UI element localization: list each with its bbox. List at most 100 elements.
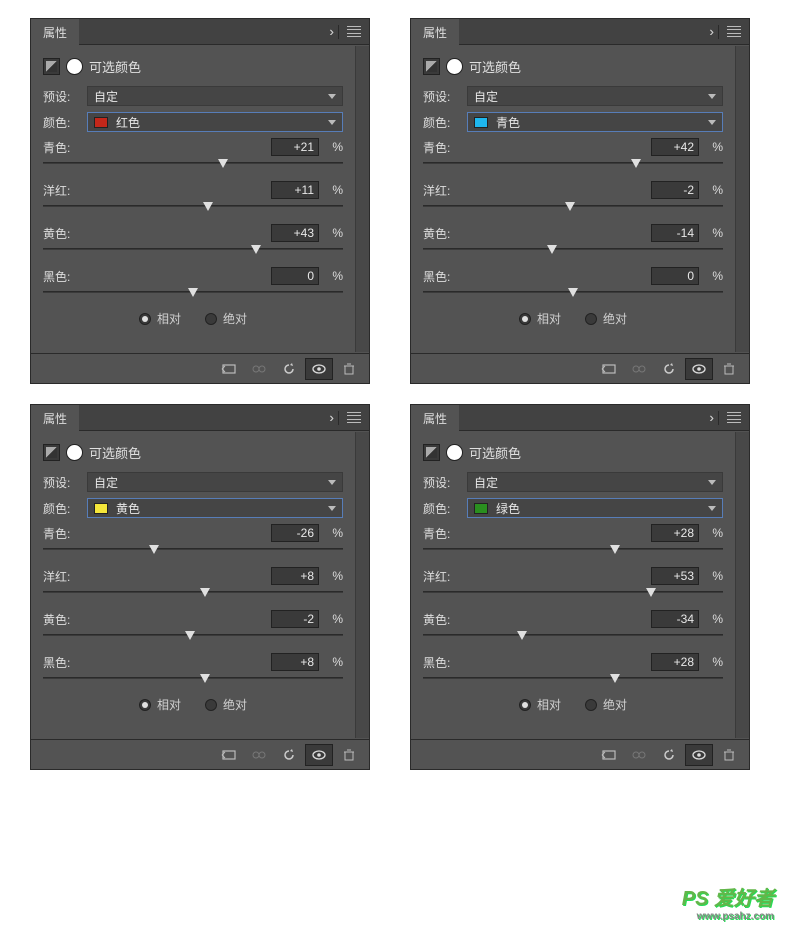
- radio-relative[interactable]: 相对: [139, 696, 181, 713]
- menu-icon[interactable]: [347, 412, 361, 423]
- panel-tab[interactable]: 属性: [31, 405, 79, 431]
- slider-track[interactable]: [423, 545, 723, 557]
- collapse-icon[interactable]: ››: [709, 410, 710, 425]
- menu-icon[interactable]: [727, 26, 741, 37]
- scrollbar[interactable]: [355, 432, 369, 738]
- slider-value-input[interactable]: -34: [651, 610, 699, 628]
- reset-icon[interactable]: [655, 744, 683, 766]
- slider-track[interactable]: [43, 545, 343, 557]
- slider-thumb[interactable]: [646, 588, 656, 597]
- slider-thumb[interactable]: [149, 545, 159, 554]
- menu-icon[interactable]: [347, 26, 361, 37]
- eye-icon[interactable]: [685, 358, 713, 380]
- slider-thumb[interactable]: [203, 202, 213, 211]
- slider-track[interactable]: [43, 159, 343, 171]
- adjustment-icon[interactable]: [423, 444, 440, 461]
- clip-icon[interactable]: [595, 744, 623, 766]
- slider-track[interactable]: [423, 202, 723, 214]
- slider-track[interactable]: [43, 288, 343, 300]
- slider-track[interactable]: [43, 674, 343, 686]
- preset-select[interactable]: 自定: [87, 472, 343, 492]
- slider-thumb[interactable]: [200, 674, 210, 683]
- color-select[interactable]: 绿色: [467, 498, 723, 518]
- collapse-icon[interactable]: ››: [329, 24, 330, 39]
- slider-track[interactable]: [423, 245, 723, 257]
- slider-thumb[interactable]: [517, 631, 527, 640]
- slider-thumb[interactable]: [610, 545, 620, 554]
- mask-icon[interactable]: [66, 444, 83, 461]
- eye-icon[interactable]: [305, 358, 333, 380]
- view-previous-icon[interactable]: [625, 744, 653, 766]
- slider-thumb[interactable]: [185, 631, 195, 640]
- adjustment-icon[interactable]: [423, 58, 440, 75]
- slider-track[interactable]: [423, 159, 723, 171]
- color-select[interactable]: 黄色: [87, 498, 343, 518]
- preset-select[interactable]: 自定: [87, 86, 343, 106]
- slider-value-input[interactable]: +8: [271, 653, 319, 671]
- view-previous-icon[interactable]: [625, 358, 653, 380]
- scrollbar[interactable]: [735, 432, 749, 738]
- reset-icon[interactable]: [275, 744, 303, 766]
- radio-relative[interactable]: 相对: [519, 696, 561, 713]
- slider-thumb[interactable]: [565, 202, 575, 211]
- radio-absolute[interactable]: 绝对: [585, 696, 627, 713]
- collapse-icon[interactable]: ››: [709, 24, 710, 39]
- mask-icon[interactable]: [66, 58, 83, 75]
- slider-track[interactable]: [423, 288, 723, 300]
- slider-value-input[interactable]: 0: [271, 267, 319, 285]
- preset-select[interactable]: 自定: [467, 472, 723, 492]
- slider-track[interactable]: [423, 631, 723, 643]
- radio-absolute[interactable]: 绝对: [205, 310, 247, 327]
- panel-tab[interactable]: 属性: [411, 405, 459, 431]
- slider-value-input[interactable]: +43: [271, 224, 319, 242]
- slider-value-input[interactable]: -2: [271, 610, 319, 628]
- eye-icon[interactable]: [305, 744, 333, 766]
- reset-icon[interactable]: [655, 358, 683, 380]
- menu-icon[interactable]: [727, 412, 741, 423]
- panel-tab[interactable]: 属性: [31, 19, 79, 45]
- reset-icon[interactable]: [275, 358, 303, 380]
- radio-relative[interactable]: 相对: [139, 310, 181, 327]
- preset-select[interactable]: 自定: [467, 86, 723, 106]
- color-select[interactable]: 红色: [87, 112, 343, 132]
- slider-value-input[interactable]: +53: [651, 567, 699, 585]
- slider-thumb[interactable]: [631, 159, 641, 168]
- slider-value-input[interactable]: +28: [651, 653, 699, 671]
- radio-absolute[interactable]: 绝对: [205, 696, 247, 713]
- slider-thumb[interactable]: [200, 588, 210, 597]
- slider-track[interactable]: [423, 588, 723, 600]
- trash-icon[interactable]: [715, 358, 743, 380]
- slider-track[interactable]: [43, 631, 343, 643]
- slider-value-input[interactable]: 0: [651, 267, 699, 285]
- slider-thumb[interactable]: [188, 288, 198, 297]
- trash-icon[interactable]: [715, 744, 743, 766]
- slider-thumb[interactable]: [251, 245, 261, 254]
- slider-thumb[interactable]: [218, 159, 228, 168]
- clip-icon[interactable]: [215, 744, 243, 766]
- slider-value-input[interactable]: +21: [271, 138, 319, 156]
- slider-value-input[interactable]: +28: [651, 524, 699, 542]
- view-previous-icon[interactable]: [245, 358, 273, 380]
- clip-icon[interactable]: [215, 358, 243, 380]
- slider-value-input[interactable]: -26: [271, 524, 319, 542]
- panel-tab[interactable]: 属性: [411, 19, 459, 45]
- slider-value-input[interactable]: +42: [651, 138, 699, 156]
- scrollbar[interactable]: [735, 46, 749, 352]
- slider-thumb[interactable]: [547, 245, 557, 254]
- radio-relative[interactable]: 相对: [519, 310, 561, 327]
- slider-track[interactable]: [43, 588, 343, 600]
- collapse-icon[interactable]: ››: [329, 410, 330, 425]
- eye-icon[interactable]: [685, 744, 713, 766]
- trash-icon[interactable]: [335, 744, 363, 766]
- mask-icon[interactable]: [446, 58, 463, 75]
- slider-track[interactable]: [43, 202, 343, 214]
- color-select[interactable]: 青色: [467, 112, 723, 132]
- slider-value-input[interactable]: -2: [651, 181, 699, 199]
- clip-icon[interactable]: [595, 358, 623, 380]
- slider-value-input[interactable]: +8: [271, 567, 319, 585]
- mask-icon[interactable]: [446, 444, 463, 461]
- slider-value-input[interactable]: -14: [651, 224, 699, 242]
- scrollbar[interactable]: [355, 46, 369, 352]
- slider-track[interactable]: [43, 245, 343, 257]
- trash-icon[interactable]: [335, 358, 363, 380]
